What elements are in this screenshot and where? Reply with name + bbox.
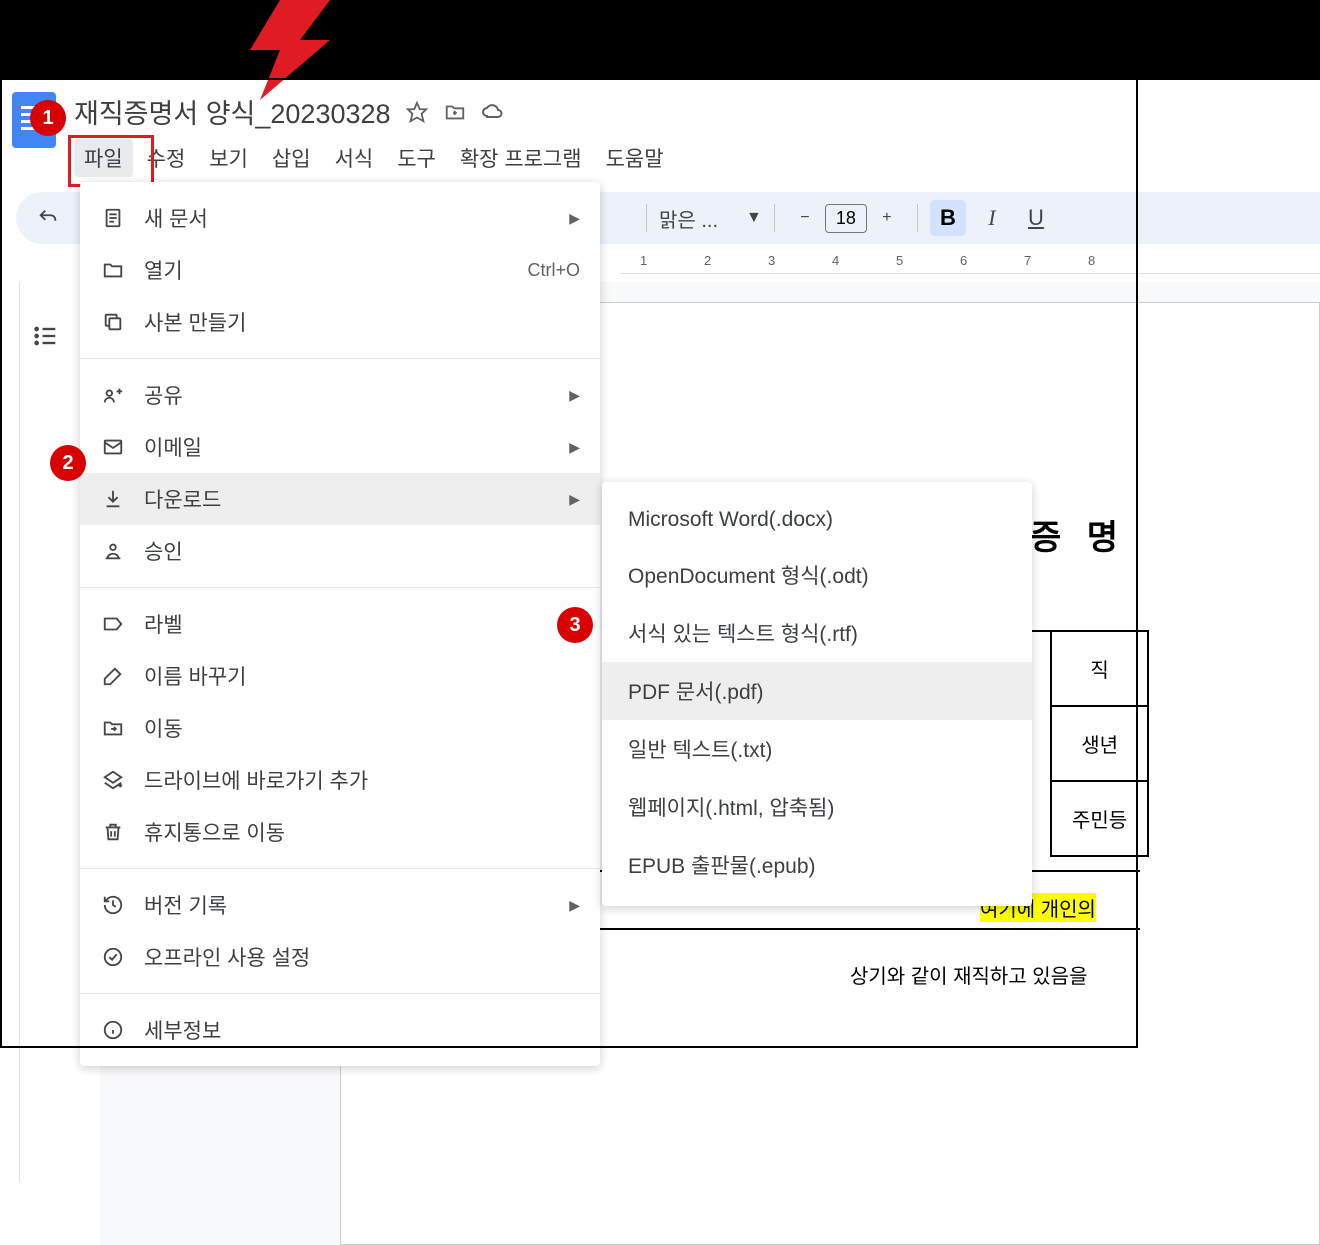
font-size-group: − 18 + — [787, 200, 905, 236]
doc-table: 직 생년 주민등 — [1050, 630, 1149, 857]
offline-icon — [100, 944, 126, 970]
submenu-arrow-icon: ▶ — [569, 439, 580, 456]
folder-icon — [100, 257, 126, 283]
submenu-arrow-icon: ▶ — [569, 387, 580, 404]
menu-move[interactable]: 이동 — [80, 702, 600, 754]
menu-tools[interactable]: 도구 — [387, 139, 446, 177]
undo-button[interactable] — [30, 200, 66, 236]
menu-trash[interactable]: 휴지통으로 이동 — [80, 806, 600, 858]
doc-footer-text: 상기와 같이 재직하고 있음을 — [850, 960, 1087, 989]
copy-icon — [100, 309, 126, 335]
shortcut-icon — [100, 767, 126, 793]
email-icon — [100, 434, 126, 460]
font-size-input[interactable]: 18 — [825, 204, 867, 233]
submenu-odt[interactable]: OpenDocument 형식(.odt) — [602, 546, 1032, 604]
menu-version-history[interactable]: 버전 기록 ▶ — [80, 879, 600, 931]
info-icon — [100, 1017, 126, 1043]
menu-file[interactable]: 파일 — [74, 139, 133, 177]
outline-toggle-icon[interactable] — [32, 322, 60, 355]
submenu-docx[interactable]: Microsoft Word(.docx) — [602, 494, 1032, 546]
submenu-rtf[interactable]: 서식 있는 텍스트 형식(.rtf) — [602, 604, 1032, 662]
horizontal-ruler[interactable]: 1 2 3 4 5 6 7 8 — [620, 248, 1320, 274]
menu-divider — [80, 868, 600, 869]
rename-icon — [100, 663, 126, 689]
submenu-arrow-icon: ▶ — [569, 210, 580, 227]
file-dropdown-menu: 새 문서 ▶ 열기 Ctrl+O 사본 만들기 공유 ▶ 이메일 ▶ 다운로드 … — [80, 182, 600, 1066]
approval-icon — [100, 538, 126, 564]
document-icon — [100, 205, 126, 231]
bold-button[interactable]: B — [930, 200, 966, 236]
annotation-badge-2: 2 — [50, 445, 86, 481]
shortcut-label: Ctrl+O — [527, 260, 580, 281]
menu-offline[interactable]: 오프라인 사용 설정 — [80, 931, 600, 983]
submenu-txt[interactable]: 일반 텍스트(.txt) — [602, 720, 1032, 778]
menu-help[interactable]: 도움말 — [596, 139, 674, 177]
underline-button[interactable]: U — [1018, 200, 1054, 236]
font-selector[interactable]: 맑은 ... — [659, 204, 718, 233]
outline-panel — [16, 282, 76, 1182]
menu-rename[interactable]: 이름 바꾸기 — [80, 650, 600, 702]
trash-icon — [100, 819, 126, 845]
menu-email[interactable]: 이메일 ▶ — [80, 421, 600, 473]
submenu-arrow-icon: ▶ — [569, 897, 580, 914]
submenu-html[interactable]: 웹페이지(.html, 압축됨) — [602, 778, 1032, 836]
menu-add-shortcut[interactable]: 드라이브에 바로가기 추가 — [80, 754, 600, 806]
menu-insert[interactable]: 삽입 — [262, 139, 321, 177]
download-submenu: Microsoft Word(.docx) OpenDocument 형식(.o… — [602, 482, 1032, 906]
menu-view[interactable]: 보기 — [199, 139, 258, 177]
menu-edit[interactable]: 수정 — [137, 139, 196, 177]
annotation-badge-1: 1 — [30, 100, 66, 136]
annotation-badge-3: 3 — [557, 607, 593, 643]
doc-heading-partial: 증 명 — [1030, 510, 1126, 559]
menu-share[interactable]: 공유 ▶ — [80, 369, 600, 421]
italic-button[interactable]: I — [974, 200, 1010, 236]
font-size-increase[interactable]: + — [869, 200, 905, 236]
label-icon — [100, 611, 126, 637]
menu-make-copy[interactable]: 사본 만들기 — [80, 296, 600, 348]
menu-divider — [80, 358, 600, 359]
menu-format[interactable]: 서식 — [325, 139, 384, 177]
menu-open[interactable]: 열기 Ctrl+O — [80, 244, 600, 296]
menu-new-document[interactable]: 새 문서 ▶ — [80, 192, 600, 244]
star-icon[interactable] — [405, 100, 429, 124]
cloud-status-icon[interactable] — [481, 100, 505, 124]
menu-label[interactable]: 라벨 — [80, 598, 600, 650]
submenu-arrow-icon: ▶ — [569, 491, 580, 508]
font-size-decrease[interactable]: − — [787, 200, 823, 236]
annotation-arrow — [180, 0, 330, 100]
menu-divider — [80, 587, 600, 588]
menu-extensions[interactable]: 확장 프로그램 — [450, 139, 592, 177]
move-icon — [100, 715, 126, 741]
history-icon — [100, 892, 126, 918]
menu-download[interactable]: 다운로드 ▶ — [80, 473, 600, 525]
submenu-epub[interactable]: EPUB 출판물(.epub) — [602, 836, 1032, 894]
move-folder-icon[interactable] — [443, 100, 467, 124]
menu-approval[interactable]: 승인 — [80, 525, 600, 577]
menubar: 파일 수정 보기 삽입 서식 도구 확장 프로그램 도움말 — [74, 139, 674, 177]
download-icon — [100, 486, 126, 512]
menu-details[interactable]: 세부정보 — [80, 1004, 600, 1056]
share-icon — [100, 382, 126, 408]
menu-divider — [80, 993, 600, 994]
submenu-pdf[interactable]: PDF 문서(.pdf) — [602, 662, 1032, 720]
